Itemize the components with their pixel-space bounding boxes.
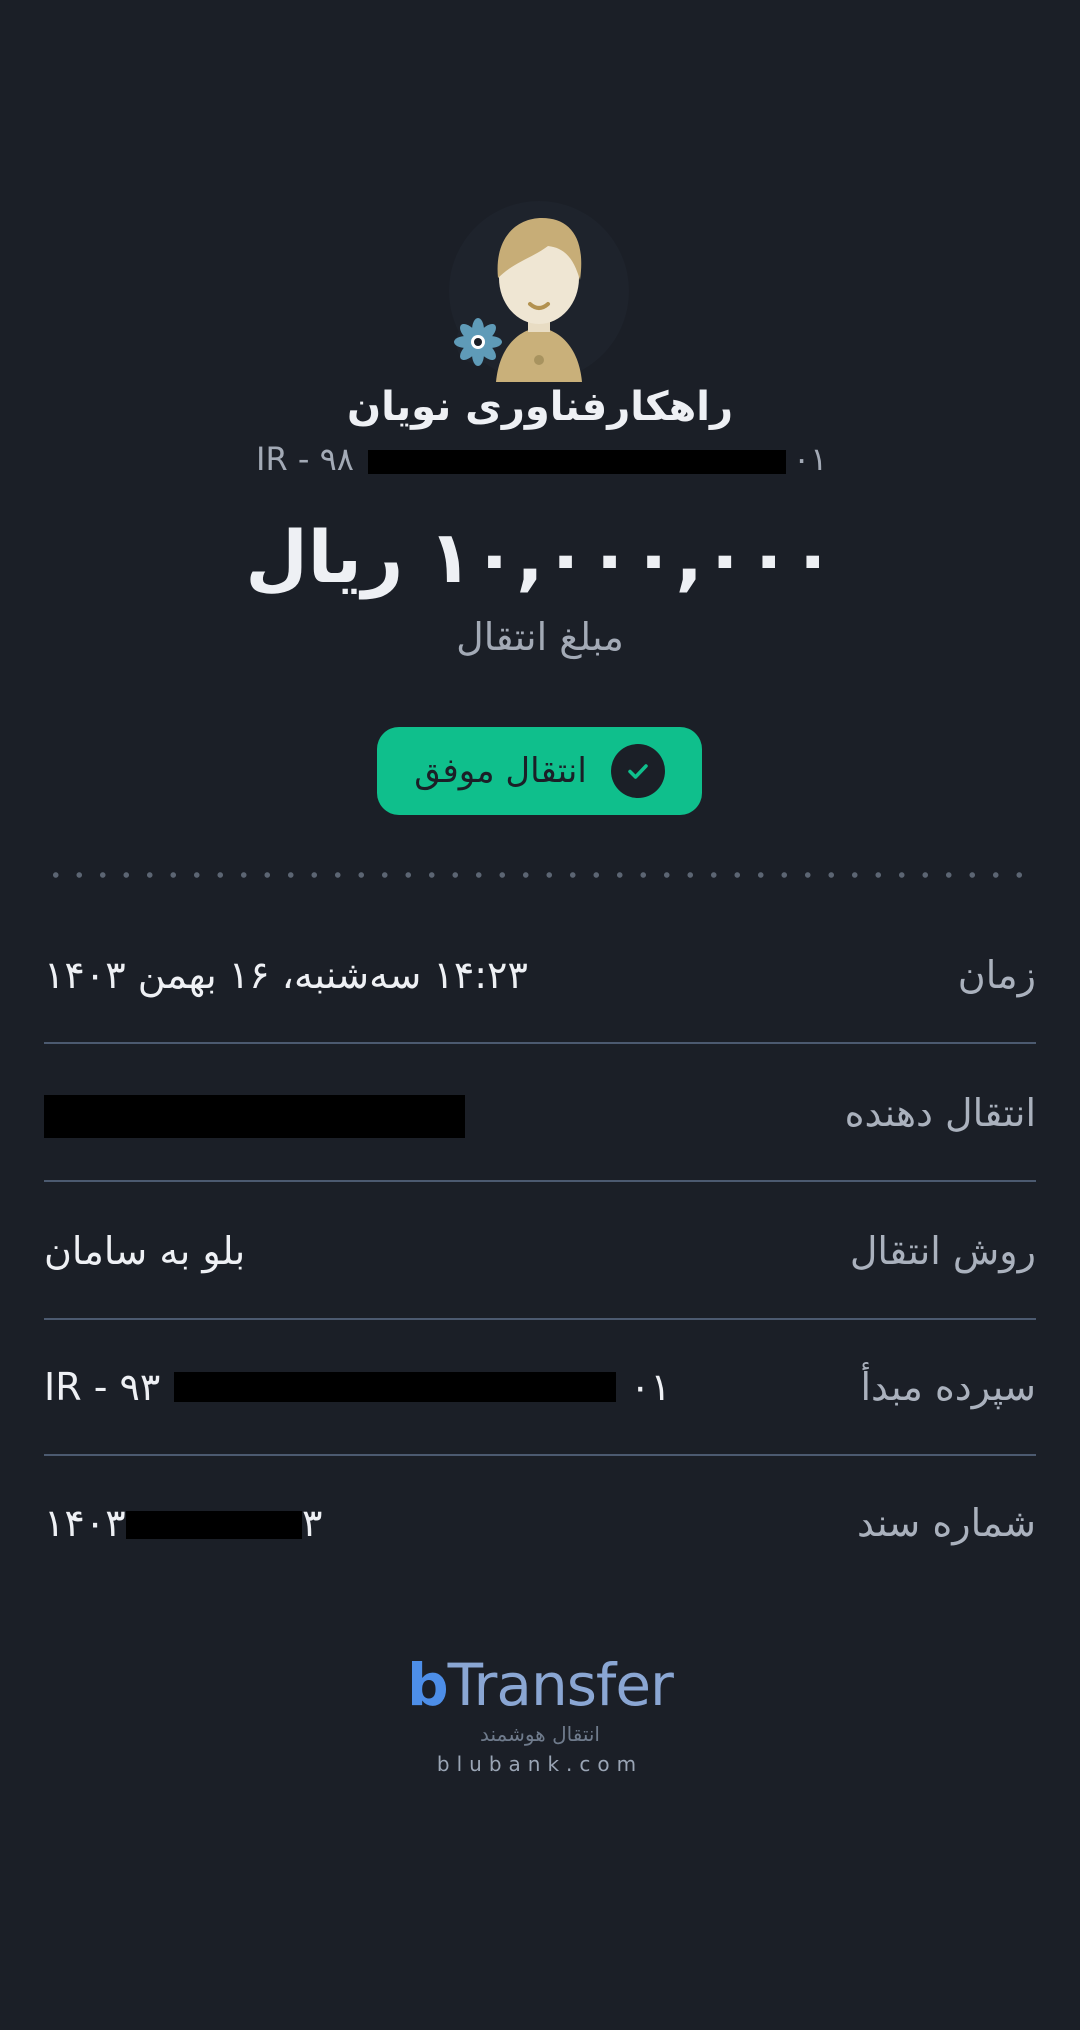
detail-row-source-account: سپرده مبدأ IR - ۹۳ ۰۱ bbox=[44, 1318, 1036, 1456]
iban-prefix: IR - ۹۸ bbox=[256, 440, 354, 478]
btransfer-logo: bTransfer انتقال هوشمند blubank.com bbox=[0, 1650, 1080, 1776]
recipient-iban: IR - ۹۸ ۰۱ bbox=[0, 440, 1080, 484]
check-icon bbox=[610, 744, 665, 798]
logo-wordmark: bTransfer bbox=[407, 1651, 674, 1719]
document-number-suffix: ۳ bbox=[302, 1501, 323, 1545]
recipient-avatar bbox=[449, 201, 629, 382]
transfer-amount: ۱۰,۰۰۰,۰۰۰ ریال bbox=[245, 515, 835, 599]
detail-row-method: روش انتقال بلو به سامان bbox=[44, 1182, 1036, 1320]
sender-label: انتقال دهنده bbox=[844, 1091, 1036, 1135]
detail-row-time: زمان ۱۴:۲۳ سه‌شنبه، ۱۶ بهمن ۱۴۰۳ bbox=[44, 906, 1036, 1044]
time-value: ۱۴:۲۳ سه‌شنبه، ۱۶ بهمن ۱۴۰۳ bbox=[44, 953, 528, 997]
detail-row-sender: انتقال دهنده bbox=[44, 1044, 1036, 1182]
status-badge: انتقال موفق bbox=[377, 727, 702, 815]
document-number-label: شماره سند bbox=[857, 1501, 1036, 1545]
status-text: انتقال موفق bbox=[414, 751, 587, 791]
transfer-amount-label: مبلغ انتقال bbox=[456, 615, 624, 659]
sender-redaction bbox=[44, 1095, 465, 1138]
source-account-label: سپرده مبدأ bbox=[860, 1365, 1036, 1409]
document-number-redaction bbox=[126, 1511, 302, 1539]
logo-tagline: انتقال هوشمند bbox=[480, 1722, 600, 1746]
source-account-suffix: ۰۱ bbox=[630, 1365, 671, 1409]
detail-row-document-number: شماره سند ۱۴۰۳ ۳ bbox=[44, 1454, 1036, 1592]
method-value: بلو به سامان bbox=[44, 1229, 246, 1273]
document-number-prefix: ۱۴۰۳ bbox=[44, 1501, 126, 1545]
time-label: زمان bbox=[957, 953, 1036, 997]
recipient-name: راهکارفناوری نویان bbox=[346, 384, 734, 430]
source-account-redaction bbox=[174, 1372, 616, 1402]
iban-suffix: ۰۱ bbox=[793, 440, 828, 478]
dotted-separator bbox=[44, 872, 1036, 878]
method-label: روش انتقال bbox=[849, 1229, 1036, 1273]
iban-redaction bbox=[368, 450, 786, 474]
source-account-prefix: IR - ۹۳ bbox=[44, 1365, 161, 1409]
logo-url: blubank.com bbox=[436, 1752, 644, 1776]
